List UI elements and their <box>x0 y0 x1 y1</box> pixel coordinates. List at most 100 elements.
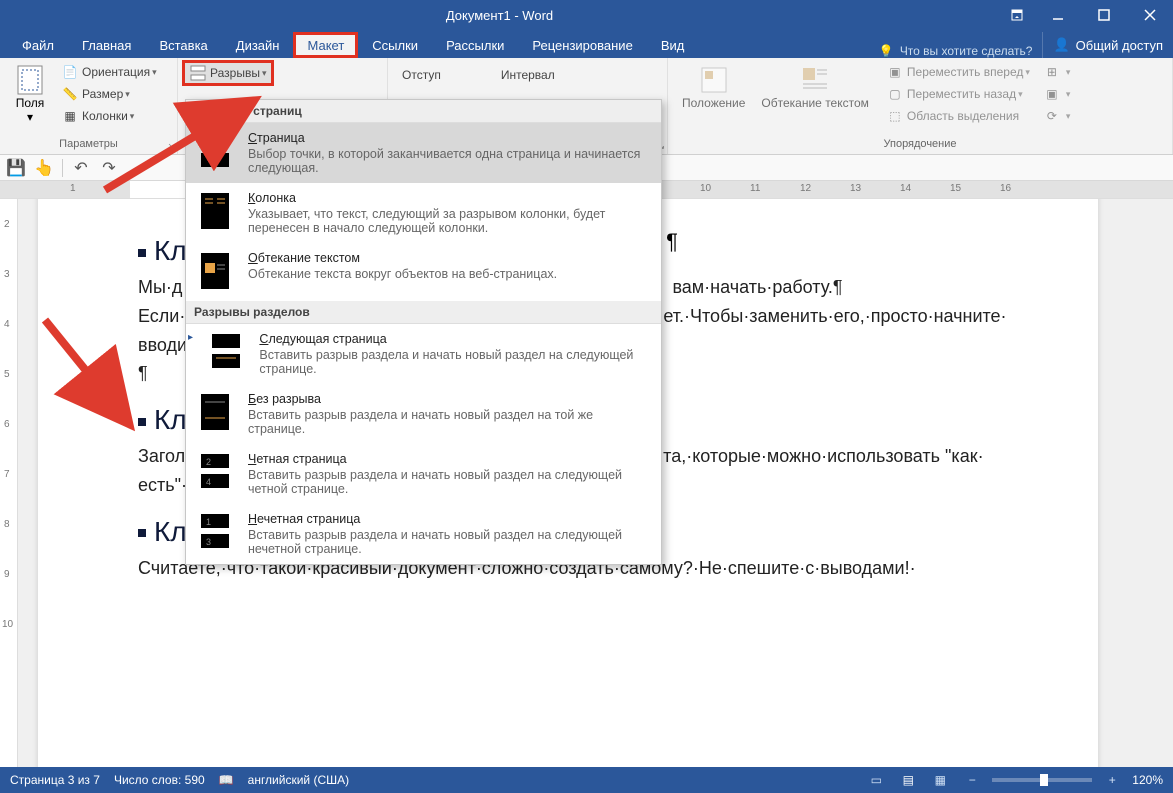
zoom-slider[interactable] <box>992 778 1092 782</box>
page-setup-group: Поля ▾ 📄Ориентация▾ 📏Размер▾ ▦Колонки▾ П… <box>0 58 178 154</box>
selection-icon: ⬚ <box>887 108 903 124</box>
breaks-dropdown: Разрывы страниц СтраницаВыбор точки, в к… <box>185 99 662 565</box>
send-backward-button[interactable]: ▢Переместить назад▾ <box>883 84 1034 104</box>
language-status[interactable]: английский (США) <box>248 773 349 787</box>
tell-me-search[interactable]: 💡Что вы хотите сделать? <box>869 44 1043 58</box>
position-label: Положение <box>682 96 745 110</box>
tab-home[interactable]: Главная <box>68 32 145 58</box>
zoom-level[interactable]: 120% <box>1132 773 1163 787</box>
section-header-page-breaks: Разрывы страниц <box>186 100 661 123</box>
svg-text:2: 2 <box>206 457 211 467</box>
tab-layout[interactable]: Макет <box>293 32 358 58</box>
zoom-out-button[interactable]: − <box>960 770 984 790</box>
undo-button[interactable]: ↶ <box>71 158 91 178</box>
orientation-label: Ориентация <box>82 65 150 79</box>
orientation-button[interactable]: 📄Ориентация▾ <box>58 62 161 82</box>
print-layout-button[interactable]: ▤ <box>896 770 920 790</box>
ribbon-display-options[interactable] <box>999 0 1035 30</box>
svg-text:4: 4 <box>206 477 211 487</box>
page-break-icon <box>190 65 206 81</box>
titlebar: Документ1 - Word <box>0 0 1173 30</box>
position-button[interactable]: Положение <box>674 62 753 136</box>
svg-text:3: 3 <box>206 537 211 547</box>
menu-item-column[interactable]: КолонкаУказывает, что текст, следующий з… <box>186 183 661 243</box>
wrap-label: Обтекание текстом <box>761 96 868 110</box>
share-label: Общий доступ <box>1076 38 1163 53</box>
tab-insert[interactable]: Вставка <box>145 32 221 58</box>
margins-icon <box>14 64 46 96</box>
minimize-button[interactable] <box>1035 0 1081 30</box>
window-title: Документ1 - Word <box>0 8 999 23</box>
bring-forward-icon: ▣ <box>887 64 903 80</box>
send-backward-icon: ▢ <box>887 86 903 102</box>
zoom-in-button[interactable]: + <box>1100 770 1124 790</box>
send-backward-label: Переместить назад <box>907 87 1016 101</box>
svg-text:1: 1 <box>206 517 211 527</box>
group-icon: ▣ <box>1044 86 1060 102</box>
size-button[interactable]: 📏Размер▾ <box>58 84 161 104</box>
menu-item-odd-page[interactable]: 13 Нечетная страницаВставить разрыв разд… <box>186 504 661 564</box>
margins-label: Поля <box>16 96 45 110</box>
ribbon-tabs: Файл Главная Вставка Дизайн Макет Ссылки… <box>0 30 1173 58</box>
arrange-label: Упорядочение <box>674 136 1166 152</box>
page-setup-launcher[interactable]: ↘ <box>167 141 175 152</box>
size-icon: 📏 <box>62 86 78 102</box>
breaks-button[interactable]: Разрывы▾ <box>184 62 272 84</box>
align-icon: ⊞ <box>1044 64 1060 80</box>
share-button[interactable]: 👤 Общий доступ <box>1042 32 1173 58</box>
bring-forward-label: Переместить вперед <box>907 65 1023 79</box>
menu-item-page[interactable]: СтраницаВыбор точки, в которой заканчива… <box>186 123 661 183</box>
maximize-button[interactable] <box>1081 0 1127 30</box>
read-mode-button[interactable]: ▭ <box>864 770 888 790</box>
margins-button[interactable]: Поля ▾ <box>6 62 54 136</box>
columns-icon: ▦ <box>62 108 78 124</box>
selection-pane-label: Область выделения <box>907 109 1019 123</box>
column-break-icon <box>196 191 234 233</box>
tab-view[interactable]: Вид <box>647 32 699 58</box>
page-setup-label: Параметры <box>6 136 171 152</box>
tab-file[interactable]: Файл <box>8 32 68 58</box>
touch-mode-button[interactable]: 👆 <box>34 158 54 178</box>
page-break-icon <box>196 131 234 173</box>
rotate-icon: ⟳ <box>1044 108 1060 124</box>
tab-review[interactable]: Рецензирование <box>518 32 646 58</box>
bring-forward-button[interactable]: ▣Переместить вперед▾ <box>883 62 1034 82</box>
text-wrap-icon <box>196 251 234 293</box>
web-layout-button[interactable]: ▦ <box>928 770 952 790</box>
proofing-icon[interactable]: 📖 <box>219 773 234 787</box>
continuous-icon <box>196 392 234 434</box>
wrap-text-button[interactable]: Обтекание текстом <box>753 62 876 136</box>
selection-pane-button[interactable]: ⬚ Область выделения <box>883 106 1034 126</box>
menu-item-continuous[interactable]: Без разрываВставить разрыв раздела и нач… <box>186 384 661 444</box>
next-page-icon <box>207 332 245 374</box>
columns-label: Колонки <box>82 109 128 123</box>
group-button[interactable]: ▣▾ <box>1040 84 1075 104</box>
status-bar: Страница 3 из 7 Число слов: 590 📖 англий… <box>0 767 1173 793</box>
page-status[interactable]: Страница 3 из 7 <box>10 773 100 787</box>
save-button[interactable]: 💾 <box>6 158 26 178</box>
close-button[interactable] <box>1127 0 1173 30</box>
arrange-group: Положение Обтекание текстом ▣ Переместить… <box>668 58 1173 154</box>
menu-item-next-page[interactable]: ▸ Следующая страницаВставить разрыв разд… <box>186 324 661 384</box>
even-page-icon: 24 <box>196 452 234 494</box>
person-icon: 👤 <box>1053 37 1069 53</box>
vertical-ruler[interactable]: 2 3 4 5 6 7 8 9 10 <box>0 199 18 767</box>
redo-button[interactable]: ↷ <box>99 158 119 178</box>
orientation-icon: 📄 <box>62 64 78 80</box>
tab-mailings[interactable]: Рассылки <box>432 32 518 58</box>
chevron-down-icon: ▾ <box>27 110 33 124</box>
rotate-button[interactable]: ⟳▾ <box>1040 106 1075 126</box>
align-button[interactable]: ⊞▾ <box>1040 62 1075 82</box>
tab-design[interactable]: Дизайн <box>222 32 294 58</box>
odd-page-icon: 13 <box>196 512 234 554</box>
tab-references[interactable]: Ссылки <box>358 32 432 58</box>
menu-item-even-page[interactable]: 24 Четная страницаВставить разрыв раздел… <box>186 444 661 504</box>
size-label: Размер <box>82 87 123 101</box>
word-count[interactable]: Число слов: 590 <box>114 773 205 787</box>
columns-button[interactable]: ▦Колонки▾ <box>58 106 161 126</box>
wrap-icon <box>799 64 831 96</box>
breaks-label: Разрывы <box>210 66 260 80</box>
position-icon <box>698 64 730 96</box>
lightbulb-icon: 💡 <box>879 44 894 58</box>
menu-item-text-wrap[interactable]: Обтекание текстомОбтекание текста вокруг… <box>186 243 661 301</box>
